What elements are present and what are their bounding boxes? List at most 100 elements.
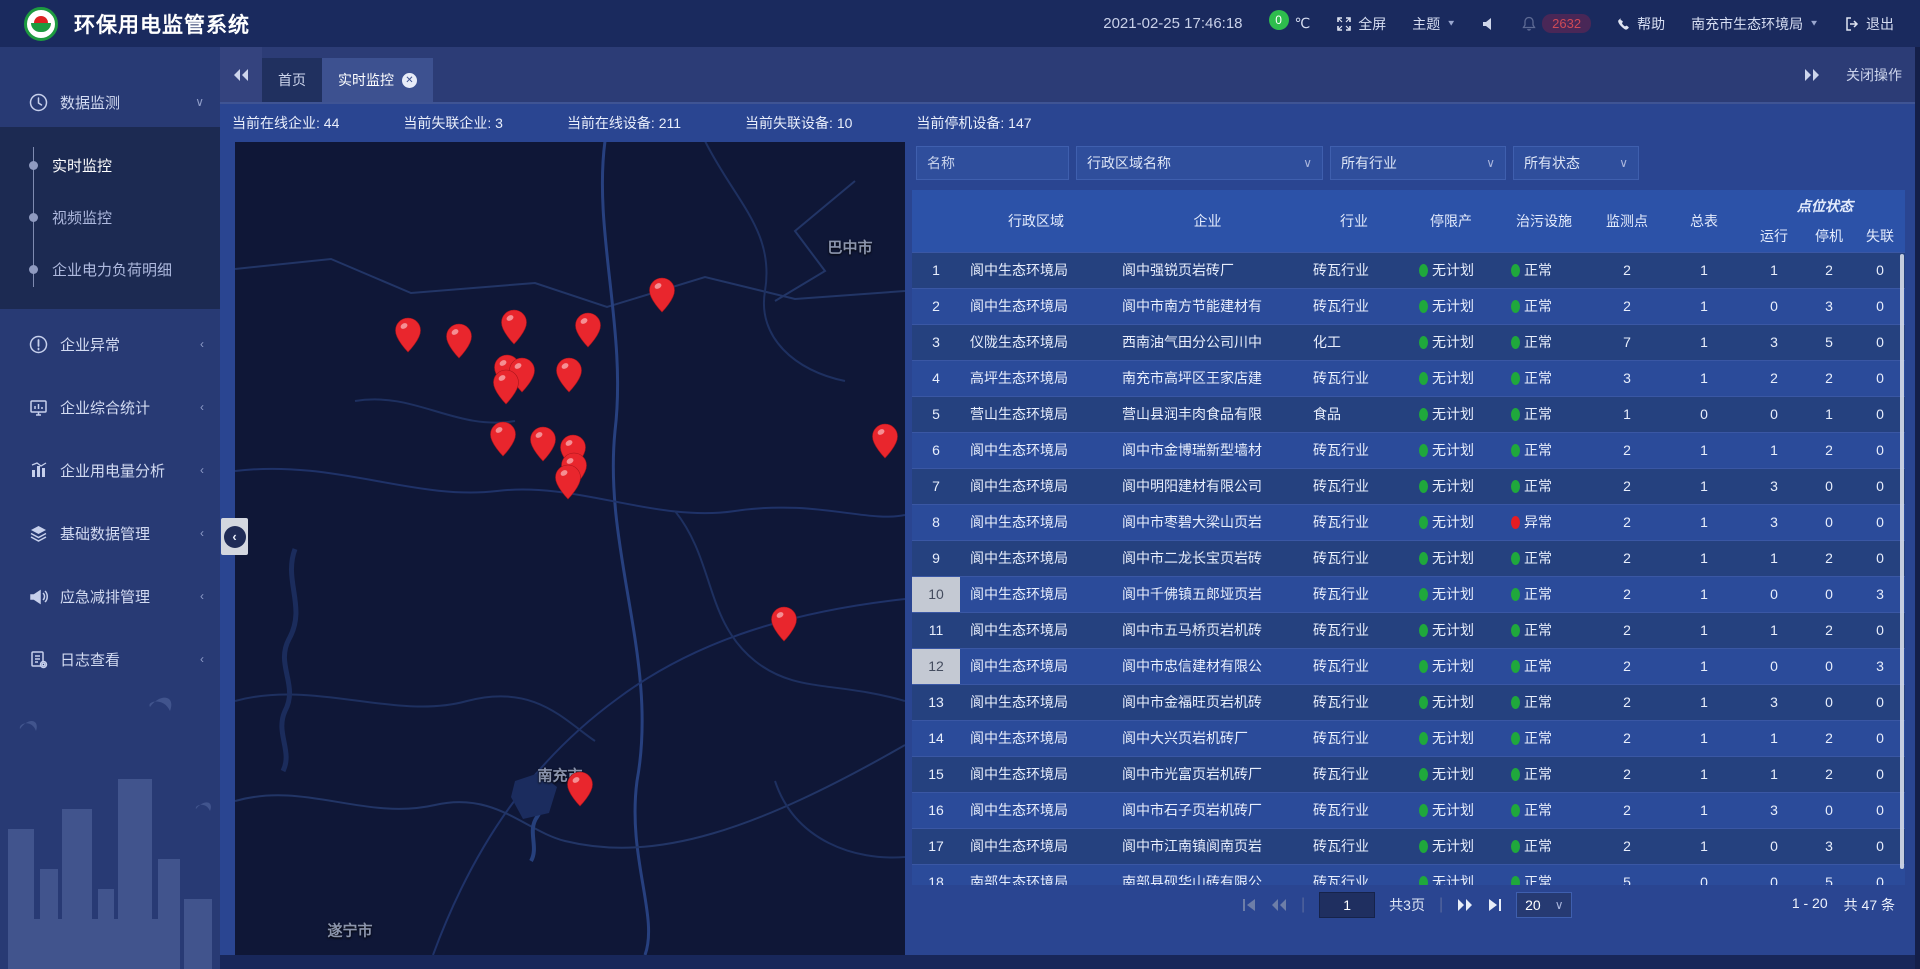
industry-select[interactable]: 所有行业 ∨ <box>1330 146 1506 180</box>
status-dot-icon <box>1511 624 1520 637</box>
table-row[interactable]: 10 阆中生态环境局 阆中千佛镇五郎垭页岩 砖瓦行业 无计划 正常 2 1 0 … <box>912 576 1905 612</box>
cell-running: 0 <box>1745 864 1803 885</box>
cell-points: 2 <box>1591 720 1663 756</box>
table-row[interactable]: 17 阆中生态环境局 阆中市江南镇阆南页岩 砖瓦行业 无计划 正常 2 1 0 … <box>912 828 1905 864</box>
map-pin-icon[interactable] <box>872 423 899 464</box>
tabs-scroll-right-button[interactable] <box>1804 68 1820 82</box>
org-dropdown[interactable]: 南充市生态环境局 ▼ <box>1691 14 1819 34</box>
chevron-down-icon: ▼ <box>1809 19 1819 28</box>
table-row[interactable]: 15 阆中生态环境局 阆中市光富页岩机砖厂 砖瓦行业 无计划 正常 2 1 1 … <box>912 756 1905 792</box>
map-pin-icon[interactable] <box>575 312 602 353</box>
first-page-button[interactable] <box>1242 898 1257 912</box>
map-pin-icon[interactable] <box>530 426 557 467</box>
tabs-scroll-left-button[interactable] <box>220 47 262 102</box>
table-row[interactable]: 11 阆中生态环境局 阆中市五马桥页岩机砖 砖瓦行业 无计划 正常 2 1 1 … <box>912 612 1905 648</box>
map-pin-icon[interactable] <box>567 771 594 812</box>
sidebar-subitem-实时监控[interactable]: 实时监控 <box>0 139 220 191</box>
sidebar-item-data-monitor[interactable]: 数据监测 ∨ <box>0 77 220 127</box>
status-select[interactable]: 所有状态 ∨ <box>1513 146 1639 180</box>
cell-meters: 1 <box>1663 756 1745 792</box>
table-row[interactable]: 18 南部生态环境局 南部县砚华山砖有限公 砖瓦行业 无计划 正常 5 0 0 … <box>912 864 1905 885</box>
next-page-button[interactable] <box>1457 898 1473 912</box>
sidebar-subitem-企业电力负荷明细[interactable]: 企业电力负荷明细 <box>0 243 220 295</box>
cell-running: 1 <box>1745 756 1803 792</box>
map-pin-icon[interactable] <box>501 309 528 350</box>
name-search-input[interactable] <box>916 146 1069 180</box>
table-row[interactable]: 12 阆中生态环境局 阆中市忠信建材有限公 砖瓦行业 无计划 正常 2 1 0 … <box>912 648 1905 684</box>
table-row[interactable]: 5 营山生态环境局 营山县润丰肉食品有限 食品 无计划 正常 1 0 0 1 0 <box>912 396 1905 432</box>
map-pin-icon[interactable] <box>649 277 676 318</box>
tab-realtime-monitor[interactable]: 实时监控 ✕ <box>322 58 433 102</box>
last-page-button[interactable] <box>1487 898 1502 912</box>
table-row[interactable]: 6 阆中生态环境局 阆中市金博瑞新型墙材 砖瓦行业 无计划 正常 2 1 1 2… <box>912 432 1905 468</box>
tab-close-icon[interactable]: ✕ <box>402 73 417 88</box>
page-scrollbar-track[interactable] <box>1915 47 1920 969</box>
row-index: 14 <box>912 720 960 756</box>
cell-meters: 1 <box>1663 684 1745 720</box>
cell-running: 0 <box>1745 396 1803 432</box>
status-dot-icon <box>1419 876 1428 885</box>
help-button[interactable]: 帮助 <box>1617 14 1665 34</box>
table-row[interactable]: 16 阆中生态环境局 阆中市石子页岩机砖厂 砖瓦行业 无计划 正常 2 1 3 … <box>912 792 1905 828</box>
map-collapse-button[interactable]: ‹ <box>221 518 248 555</box>
page-number-input[interactable] <box>1319 892 1375 918</box>
fullscreen-button[interactable]: 全屏 <box>1336 14 1386 34</box>
table-row[interactable]: 3 仪陇生态环境局 西南油气田分公司川中 化工 无计划 正常 7 1 3 5 0 <box>912 324 1905 360</box>
chevron-down-icon: ∨ <box>1303 156 1312 170</box>
status-dot-icon <box>1419 264 1428 277</box>
logout-button[interactable]: 退出 <box>1845 14 1894 34</box>
theme-dropdown[interactable]: 主题 ▼ <box>1412 14 1456 34</box>
cell-stop-status: 无计划 <box>1405 756 1497 792</box>
sidebar-item-logs[interactable]: 日志查看 ‹ <box>0 631 220 687</box>
cell-lost: 0 <box>1855 396 1905 432</box>
map-panel[interactable]: 巴中市南充市遂宁市 <box>235 141 905 955</box>
map-pin-icon[interactable] <box>493 369 520 410</box>
row-index: 11 <box>912 612 960 648</box>
table-row[interactable]: 14 阆中生态环境局 阆中大兴页岩机砖厂 砖瓦行业 无计划 正常 2 1 1 2… <box>912 720 1905 756</box>
cell-points: 2 <box>1591 504 1663 540</box>
cell-facility-status: 正常 <box>1497 612 1591 648</box>
cell-stop-status: 无计划 <box>1405 252 1497 288</box>
sidebar-item-enterprise-stats[interactable]: 企业综合统计 ‹ <box>0 379 220 435</box>
table-row[interactable]: 1 阆中生态环境局 阆中强锐页岩砖厂 砖瓦行业 无计划 正常 2 1 1 2 0 <box>912 252 1905 288</box>
cell-running: 0 <box>1745 288 1803 324</box>
cell-points: 2 <box>1591 792 1663 828</box>
cell-facility-status: 正常 <box>1497 540 1591 576</box>
cell-stop-status: 无计划 <box>1405 432 1497 468</box>
cell-points: 2 <box>1591 432 1663 468</box>
cell-facility-status: 异常 <box>1497 504 1591 540</box>
map-pin-icon[interactable] <box>490 421 517 462</box>
region-select[interactable]: 行政区域名称 ∨ <box>1076 146 1323 180</box>
table-scrollbar[interactable] <box>1900 254 1904 869</box>
table-row[interactable]: 7 阆中生态环境局 阆中明阳建材有限公司 砖瓦行业 无计划 正常 2 1 3 0… <box>912 468 1905 504</box>
map-pin-icon[interactable] <box>555 464 582 505</box>
table-row[interactable]: 2 阆中生态环境局 阆中市南方节能建材有 砖瓦行业 无计划 正常 2 1 0 3… <box>912 288 1905 324</box>
page-size-select[interactable]: 20 ∨ <box>1516 892 1572 918</box>
notification-button[interactable]: 2632 <box>1522 14 1591 33</box>
chevron-down-icon: ∨ <box>1619 156 1628 170</box>
cell-stopped: 0 <box>1803 576 1855 612</box>
sidebar-item-enterprise-abnormal[interactable]: 企业异常 ‹ <box>0 316 220 372</box>
chevron-left-icon: ‹ <box>224 526 246 548</box>
map-pin-icon[interactable] <box>771 606 798 647</box>
row-index: 6 <box>912 432 960 468</box>
map-pin-icon[interactable] <box>446 323 473 364</box>
col-group-point-status: 点位状态 <box>1745 190 1905 221</box>
sidebar-subitem-视频监控[interactable]: 视频监控 <box>0 191 220 243</box>
prev-page-button[interactable] <box>1271 898 1287 912</box>
table-row[interactable]: 9 阆中生态环境局 阆中市二龙长宝页岩砖 砖瓦行业 无计划 正常 2 1 1 2… <box>912 540 1905 576</box>
mute-button[interactable] <box>1482 17 1496 31</box>
table-row[interactable]: 8 阆中生态环境局 阆中市枣碧大梁山页岩 砖瓦行业 无计划 异常 2 1 3 0… <box>912 504 1905 540</box>
sidebar-item-power-analysis[interactable]: 企业用电量分析 ‹ <box>0 442 220 498</box>
sidebar-item-base-data[interactable]: 基础数据管理 ‹ <box>0 505 220 561</box>
sidebar-item-emergency[interactable]: 应急减排管理 ‹ <box>0 568 220 624</box>
status-dot-icon <box>1419 336 1428 349</box>
close-operations-button[interactable]: 关闭操作 <box>1846 65 1902 85</box>
table-row[interactable]: 13 阆中生态环境局 阆中市金福旺页岩机砖 砖瓦行业 无计划 正常 2 1 3 … <box>912 684 1905 720</box>
map-pin-icon[interactable] <box>395 317 422 358</box>
map-pin-icon[interactable] <box>556 357 583 398</box>
cell-industry: 砖瓦行业 <box>1303 684 1405 720</box>
cell-company: 阆中市忠信建材有限公 <box>1112 648 1303 684</box>
tab-home[interactable]: 首页 <box>262 58 322 102</box>
table-row[interactable]: 4 高坪生态环境局 南充市高坪区王家店建 砖瓦行业 无计划 正常 3 1 2 2… <box>912 360 1905 396</box>
